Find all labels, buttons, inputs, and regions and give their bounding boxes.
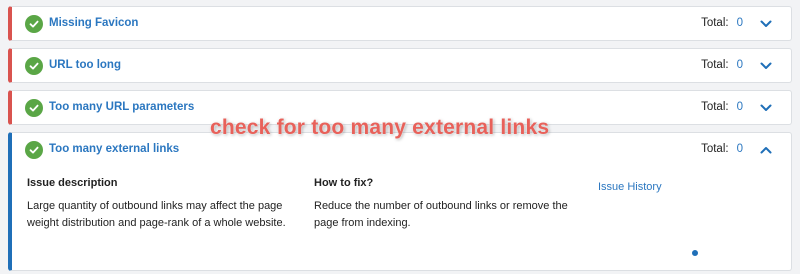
how-to-fix-section: How to fix? Reduce the number of outboun… [314,177,589,232]
how-to-fix-heading: How to fix? [314,177,374,189]
issue-total: Total: 0 [701,59,743,71]
issue-title[interactable]: Missing Favicon [49,17,138,29]
total-count[interactable]: 0 [737,101,743,113]
total-count[interactable]: 0 [737,143,743,155]
chevron-up-icon[interactable] [759,143,773,157]
loading-dot-indicator [692,250,698,256]
how-to-fix-text: Reduce the number of outbound links or r… [314,200,568,229]
issue-total: Total: 0 [701,143,743,155]
issue-history-link[interactable]: Issue History [598,181,662,193]
issue-row-url-too-long[interactable]: URL too long Total: 0 [8,48,792,83]
annotation-caption: check for too many external links [210,116,550,139]
issue-total: Total: 0 [701,17,743,29]
issue-history-section: Issue History [598,177,662,195]
issue-title[interactable]: URL too long [49,59,121,71]
total-label: Total: [701,59,729,71]
issue-title[interactable]: Too many external links [49,143,179,155]
chevron-down-icon[interactable] [759,59,773,73]
total-count[interactable]: 0 [737,17,743,29]
total-label: Total: [701,17,729,29]
chevron-down-icon[interactable] [759,17,773,31]
issue-description-section: Issue description Large quantity of outb… [27,177,302,232]
check-circle-icon [25,57,43,75]
issue-title[interactable]: Too many URL parameters [49,101,194,113]
check-circle-icon [25,141,43,159]
chevron-down-icon[interactable] [759,101,773,115]
issue-row-header[interactable]: URL too long Total: 0 [12,49,791,84]
issue-row-too-many-external-links[interactable]: Too many external links Total: 0 Issue de… [8,132,792,271]
issue-description-heading: Issue description [27,177,118,189]
check-circle-icon [25,15,43,33]
check-circle-icon [25,99,43,117]
total-label: Total: [701,101,729,113]
total-label: Total: [701,143,729,155]
issue-row-header[interactable]: Missing Favicon Total: 0 [12,7,791,42]
issue-description-text: Large quantity of outbound links may aff… [27,200,286,229]
issue-row-missing-favicon[interactable]: Missing Favicon Total: 0 [8,6,792,41]
total-count[interactable]: 0 [737,59,743,71]
issue-total: Total: 0 [701,101,743,113]
